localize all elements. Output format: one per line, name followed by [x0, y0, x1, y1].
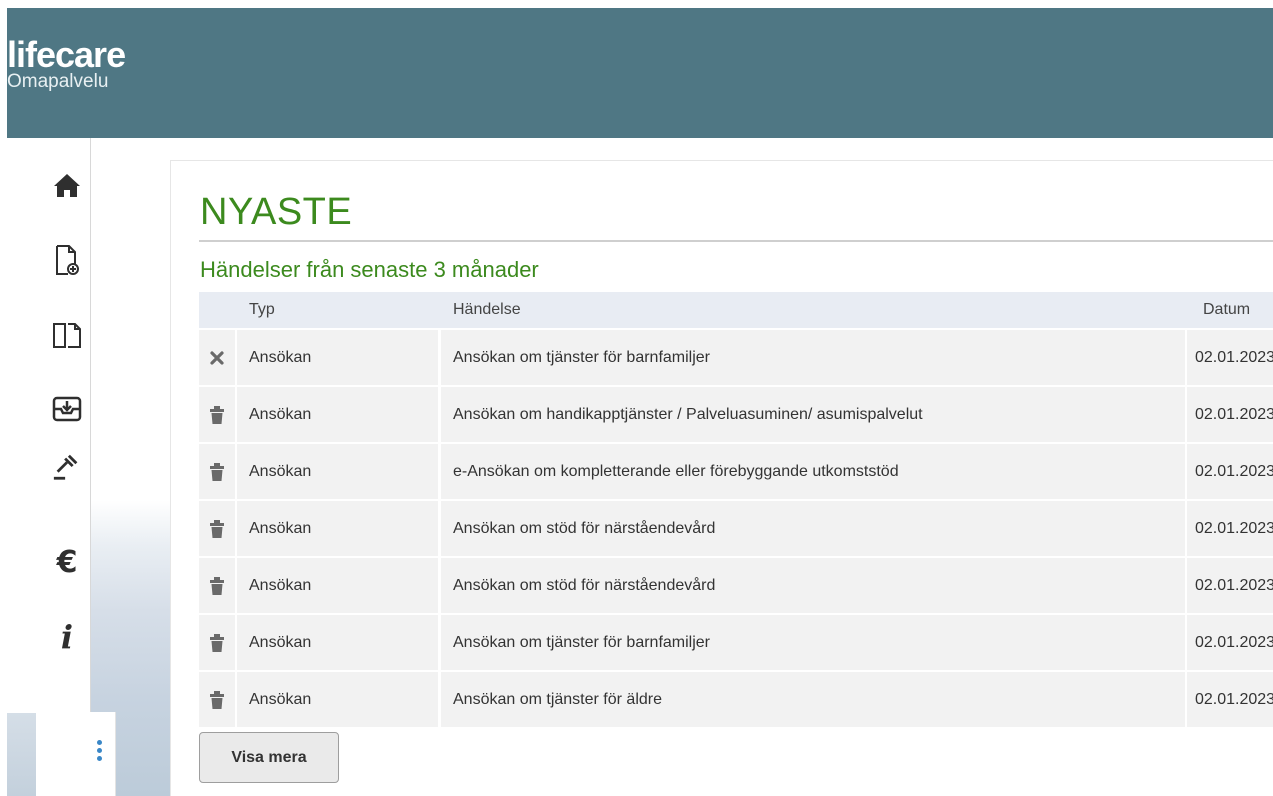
- logo-sub-text: Omapalvelu: [7, 71, 109, 92]
- row-datum: 02.01.2023: [1187, 330, 1273, 385]
- table-row[interactable]: Ansökan Ansökan om tjänster för barnfamil…: [199, 615, 1273, 670]
- header-typ[interactable]: Typ: [237, 292, 438, 328]
- euro-icon[interactable]: €: [52, 545, 82, 580]
- trash-icon[interactable]: [210, 462, 224, 481]
- table-row[interactable]: Ansökan Ansökan om handikapptjänster / Pa…: [199, 387, 1273, 442]
- row-typ: Ansökan: [237, 444, 438, 499]
- row-handelse[interactable]: Ansökan om tjänster för äldre: [441, 672, 1185, 727]
- table-row[interactable]: Ansökan e-Ansökan om kompletterande eller…: [199, 444, 1273, 499]
- sidebar-divider: [90, 138, 91, 713]
- row-typ: Ansökan: [237, 330, 438, 385]
- row-handelse[interactable]: Ansökan om tjänster för barnfamiljer: [441, 330, 1185, 385]
- show-more-button[interactable]: Visa mera: [199, 732, 339, 783]
- app-header: lifecare Omapalvelu: [7, 8, 1273, 138]
- row-datum: 02.01.2023: [1187, 387, 1273, 442]
- info-icon[interactable]: i: [52, 618, 82, 656]
- inbox-download-icon[interactable]: [52, 392, 82, 426]
- table-row[interactable]: Ansökan Ansökan om tjänster för barnfamil…: [199, 330, 1273, 385]
- row-handelse[interactable]: e-Ansökan om kompletterande eller föreby…: [441, 444, 1185, 499]
- events-table: Typ Händelse Datum Ansökan Ansökan om tjä…: [199, 292, 1273, 729]
- row-handelse[interactable]: Ansökan om stöd för närståendevård: [441, 501, 1185, 556]
- trash-icon[interactable]: [210, 405, 224, 424]
- table-row[interactable]: Ansökan Ansökan om stöd för närståendevår…: [199, 501, 1273, 556]
- home-icon[interactable]: [52, 168, 82, 202]
- gavel-icon[interactable]: [52, 450, 82, 484]
- table-row[interactable]: Ansökan Ansökan om tjänster för äldre 02.0…: [199, 672, 1273, 727]
- row-typ: Ansökan: [237, 387, 438, 442]
- row-datum: 02.01.2023: [1187, 672, 1273, 727]
- row-datum: 02.01.2023: [1187, 501, 1273, 556]
- row-typ: Ansökan: [237, 558, 438, 613]
- row-typ: Ansökan: [237, 672, 438, 727]
- main-panel: NYASTE Händelser från senaste 3 månader …: [170, 160, 1273, 796]
- more-vertical-icon[interactable]: [97, 740, 103, 764]
- header-datum[interactable]: Datum: [1187, 292, 1273, 328]
- row-typ: Ansökan: [237, 501, 438, 556]
- title-divider: [199, 240, 1273, 242]
- documents-icon[interactable]: [52, 318, 82, 352]
- row-handelse[interactable]: Ansökan om tjänster för barnfamiljer: [441, 615, 1185, 670]
- row-datum: 02.01.2023: [1187, 615, 1273, 670]
- section-subtitle: Händelser från senaste 3 månader: [200, 257, 539, 282]
- row-typ: Ansökan: [237, 615, 438, 670]
- table-row[interactable]: Ansökan Ansökan om stöd för närståendevår…: [199, 558, 1273, 613]
- row-handelse[interactable]: Ansökan om handikapptjänster / Palveluas…: [441, 387, 1185, 442]
- table-header-row: Typ Händelse Datum: [199, 292, 1273, 328]
- close-icon[interactable]: [209, 350, 225, 366]
- trash-icon[interactable]: [210, 633, 224, 652]
- background-strip: [91, 138, 170, 796]
- sidebar-toggle-handle[interactable]: [90, 712, 116, 796]
- header-action-col: [199, 292, 235, 328]
- row-handelse[interactable]: Ansökan om stöd för närståendevård: [441, 558, 1185, 613]
- header-handelse[interactable]: Händelse: [441, 292, 1185, 328]
- page-title: NYASTE: [200, 191, 353, 233]
- logo[interactable]: lifecare Omapalvelu: [7, 34, 126, 92]
- row-datum: 02.01.2023: [1187, 558, 1273, 613]
- trash-icon[interactable]: [210, 519, 224, 538]
- trash-icon[interactable]: [210, 690, 224, 709]
- logo-main-text: lifecare: [7, 34, 126, 75]
- new-document-icon[interactable]: [52, 243, 82, 277]
- trash-icon[interactable]: [210, 576, 224, 595]
- row-datum: 02.01.2023: [1187, 444, 1273, 499]
